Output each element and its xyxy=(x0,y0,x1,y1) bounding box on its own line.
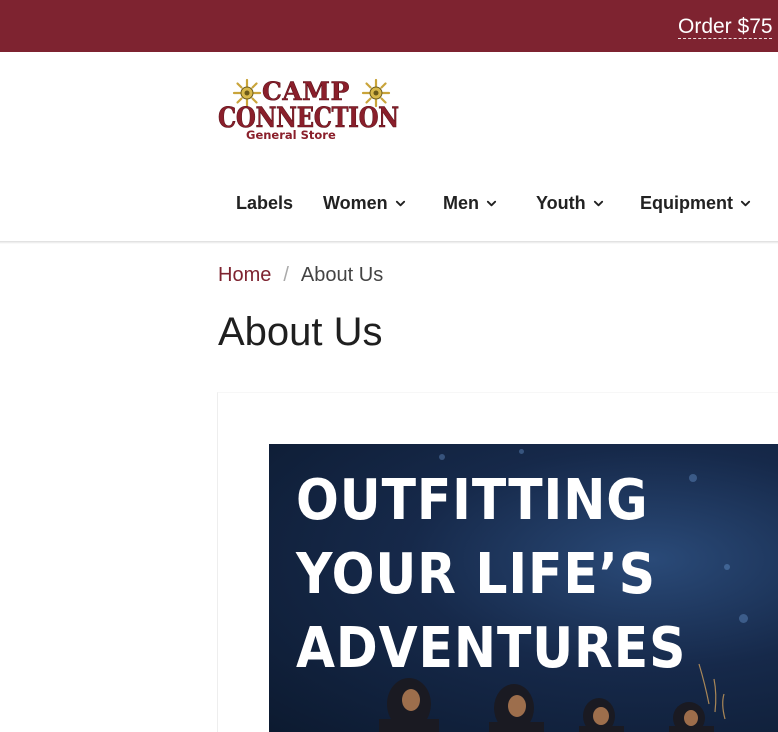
hero-banner-image: OUTFITTING YOUR LIFE’S ADVENTURES xyxy=(269,444,778,732)
hero-headline-line: YOUR LIFE’S xyxy=(296,542,656,607)
chevron-down-icon xyxy=(740,200,751,207)
breadcrumb: Home / About Us xyxy=(218,264,383,287)
campers-silhouette xyxy=(379,663,726,732)
promo-bar: Order $75 xyxy=(0,0,778,52)
header-divider xyxy=(0,241,778,244)
site-logo[interactable]: CAMP CONNECTION General Store xyxy=(218,77,412,146)
chevron-down-icon xyxy=(593,200,603,207)
bokeh-light xyxy=(689,474,697,482)
nav-item-label: Labels xyxy=(236,193,294,213)
bokeh-light xyxy=(439,454,445,460)
nav-item-youth[interactable]: Youth xyxy=(536,193,604,214)
bokeh-light xyxy=(739,614,748,623)
nav-item-women[interactable]: Women xyxy=(323,193,406,214)
page-title: About Us xyxy=(218,310,383,354)
breadcrumb-current: About Us xyxy=(300,264,384,286)
nav-item-label: Youth xyxy=(536,193,586,213)
nav-item-label: Women xyxy=(323,193,388,213)
chevron-down-icon xyxy=(395,200,405,207)
nav-item-labels[interactable]: Labels xyxy=(236,193,293,214)
breadcrumb-separator: / xyxy=(283,264,289,286)
chevron-down-icon xyxy=(486,200,497,207)
promo-link[interactable]: Order $75 xyxy=(678,15,773,39)
logo-text-general-store: General Store xyxy=(246,128,336,142)
bokeh-light xyxy=(519,449,524,454)
main-nav: Labels Women Men Youth Equipment xyxy=(0,193,778,221)
nav-item-equipment[interactable]: Equipment xyxy=(640,193,751,214)
hero-headline-line: OUTFITTING xyxy=(296,468,649,533)
nav-item-men[interactable]: Men xyxy=(443,193,497,214)
bokeh-light xyxy=(724,564,730,570)
nav-item-label: Equipment xyxy=(640,193,733,213)
nav-item-label: Men xyxy=(443,193,479,213)
breadcrumb-home-link[interactable]: Home xyxy=(218,264,271,286)
